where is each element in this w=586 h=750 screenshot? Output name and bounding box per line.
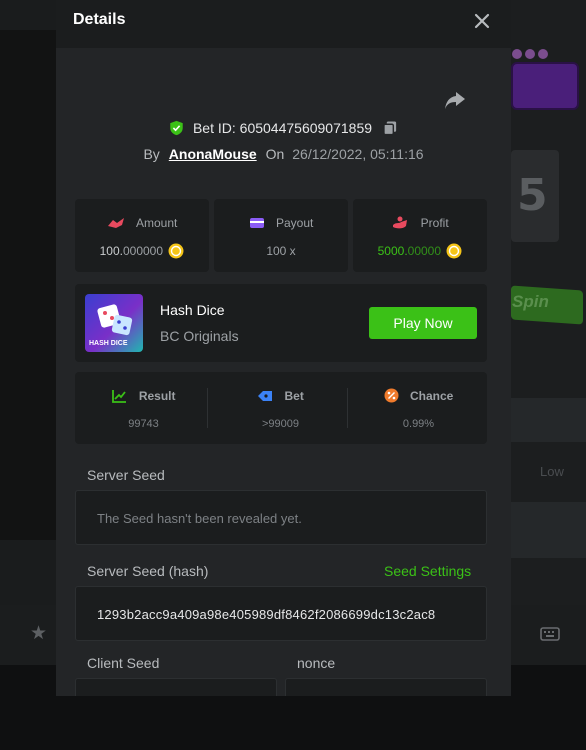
modal-title: Details xyxy=(73,11,126,28)
coin-icon xyxy=(446,243,462,259)
nonce-label: nonce xyxy=(297,655,336,671)
chart-icon xyxy=(112,389,127,403)
by-label: By xyxy=(143,146,160,162)
share-icon[interactable] xyxy=(443,89,467,111)
result-value: 99743 xyxy=(128,418,159,430)
profit-stat: Profit 5000.00000 xyxy=(353,199,487,272)
payout-label: Payout xyxy=(275,215,314,230)
amount-stat: Amount 100.000000 xyxy=(75,199,209,272)
server-seed-hash-value: 1293b2acc9a409a98e405989df8462f2086699dc… xyxy=(97,607,436,622)
shield-check-icon xyxy=(170,121,183,136)
server-seed-value: The Seed hasn't been revealed yet. xyxy=(97,511,302,526)
game-name: Hash Dice xyxy=(160,302,225,318)
slot-display xyxy=(511,62,579,110)
result-panel: Result 99743 Bet >99009 Chance 0.99% xyxy=(75,372,487,444)
amount-value-decimals: 000000 xyxy=(122,244,164,258)
background-control xyxy=(511,502,586,558)
client-seed-label: Client Seed xyxy=(87,655,160,671)
profit-icon xyxy=(393,216,408,229)
server-seed-field[interactable]: The Seed hasn't been revealed yet. xyxy=(75,490,487,545)
profit-label: Profit xyxy=(420,215,449,230)
modal-header: Details xyxy=(56,0,511,48)
keyboard-icon[interactable] xyxy=(540,626,560,642)
server-seed-hash-label: Server Seed (hash) xyxy=(87,563,209,579)
server-seed-label: Server Seed xyxy=(87,467,165,483)
bet-author-row: By AnonaMouse On 26/12/2022, 05:11:16 xyxy=(56,146,511,166)
chance-label: Chance xyxy=(409,388,454,403)
bet-date: 26/12/2022, 05:11:16 xyxy=(292,146,424,162)
client-seed-field[interactable] xyxy=(75,678,277,696)
on-label: On xyxy=(265,146,285,162)
bet-label: Bet xyxy=(284,388,304,403)
nonce-field[interactable] xyxy=(285,678,487,696)
slot-reel-number: 5 xyxy=(517,170,548,221)
payout-value: 100 x xyxy=(266,243,296,258)
details-modal: Details Bet ID: 60504475609071859 By Anon… xyxy=(56,0,511,696)
profit-value-decimals: 00000 xyxy=(407,244,442,258)
username-link[interactable]: AnonaMouse xyxy=(169,146,257,162)
background-left-art xyxy=(0,30,56,540)
seed-settings-link[interactable]: Seed Settings xyxy=(384,563,471,579)
game-thumbnail-label: HASH DICE xyxy=(89,340,128,347)
game-card: HASH DICE Hash Dice BC Originals Play No… xyxy=(75,284,487,362)
percent-icon xyxy=(384,388,399,403)
amount-label: Amount xyxy=(135,215,178,230)
slot-lights xyxy=(512,46,552,60)
game-category: BC Originals xyxy=(160,328,239,344)
server-seed-hash-field[interactable]: 1293b2acc9a409a98e405989df8462f2086699dc… xyxy=(75,586,487,641)
bet-column: Bet >99009 xyxy=(212,372,349,444)
low-label: Low xyxy=(540,464,564,479)
chance-column: Chance 0.99% xyxy=(350,372,487,444)
close-icon[interactable] xyxy=(470,9,494,33)
amount-value: 100. xyxy=(99,244,123,258)
spin-button-label: Spin xyxy=(512,292,549,311)
game-thumbnail[interactable]: HASH DICE xyxy=(85,294,143,352)
copy-icon[interactable] xyxy=(383,120,398,136)
amount-icon xyxy=(107,217,124,228)
result-column: Result 99743 xyxy=(75,372,212,444)
profit-value: 5000. xyxy=(377,244,408,258)
tag-icon xyxy=(258,390,273,401)
chance-value: 0.99% xyxy=(402,418,435,430)
background-control xyxy=(511,398,586,442)
star-icon[interactable]: ★ xyxy=(30,624,50,644)
payout-stat: Payout 100 x xyxy=(214,199,348,272)
divider xyxy=(207,388,208,428)
coin-icon xyxy=(168,243,184,259)
divider xyxy=(347,388,348,428)
bet-value: >99009 xyxy=(261,418,299,430)
bet-id: Bet ID: 60504475609071859 xyxy=(192,120,373,137)
result-label: Result xyxy=(138,388,176,403)
bet-id-row: Bet ID: 60504475609071859 xyxy=(56,119,511,141)
wallet-icon xyxy=(249,217,264,228)
play-now-button[interactable]: Play Now xyxy=(369,307,477,339)
